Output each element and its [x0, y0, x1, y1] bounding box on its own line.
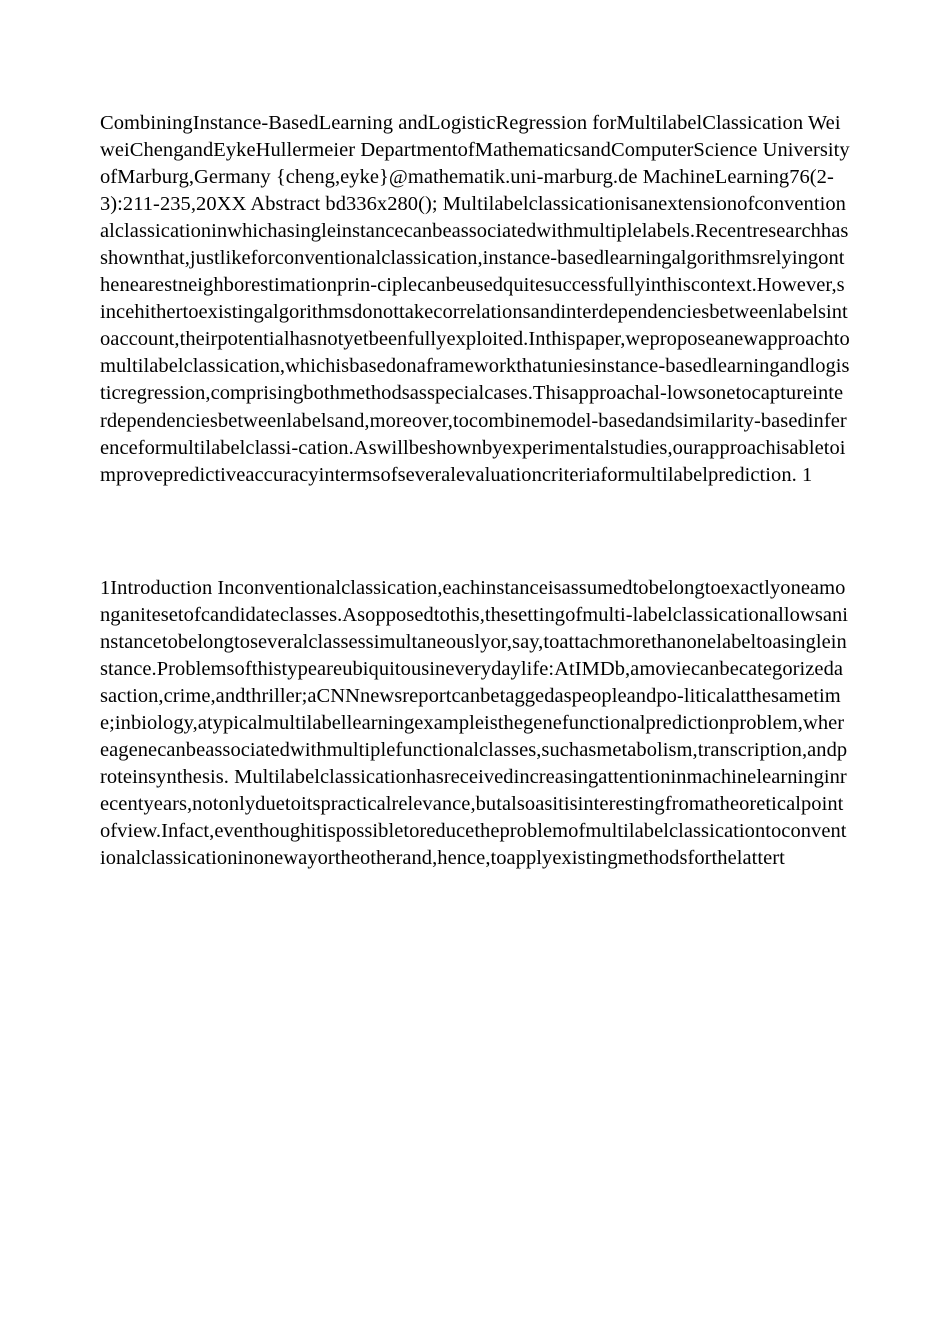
section-gap: [100, 489, 850, 575]
introduction-block: 1Introduction Inconventionalclassicatio…: [100, 575, 850, 873]
header-abstract-block: CombiningInstance-BasedLearning andLogis…: [100, 110, 850, 489]
document-page: CombiningInstance-BasedLearning andLogis…: [0, 0, 950, 932]
